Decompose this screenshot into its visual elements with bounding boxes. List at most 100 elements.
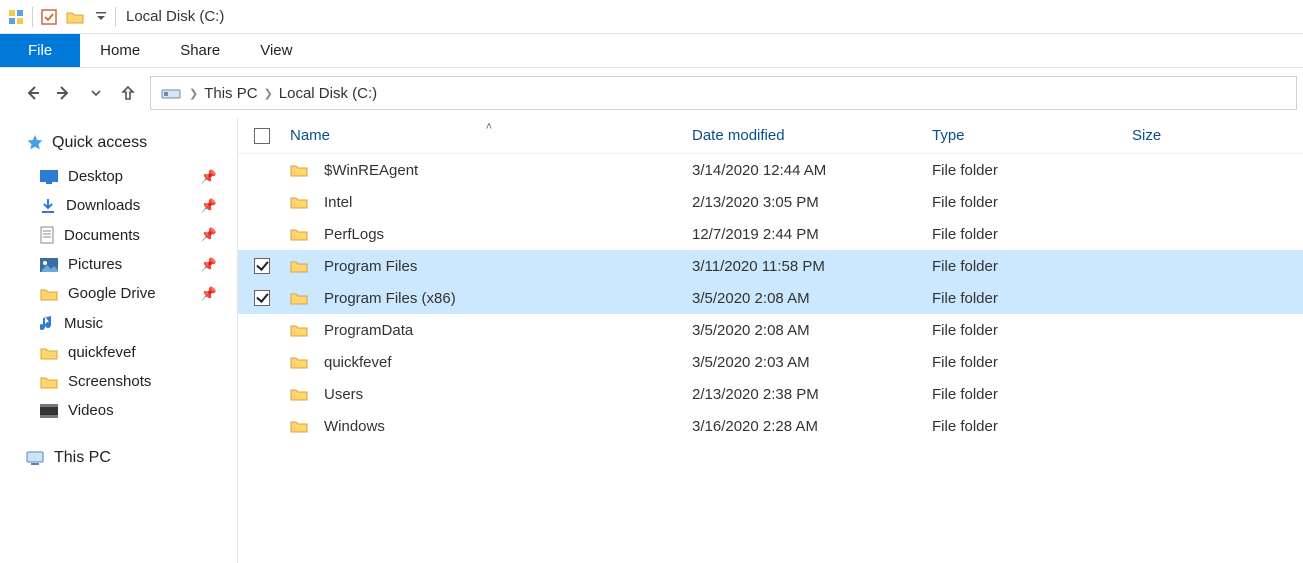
cell-date: 3/5/2020 2:08 AM (692, 322, 932, 339)
this-pc-header[interactable]: This PC (26, 449, 227, 467)
ribbon-tabs: File Home Share View (0, 34, 1303, 68)
sidebar-item[interactable]: Videos (26, 396, 227, 425)
cell-type: File folder (932, 386, 1132, 403)
tab-share[interactable]: Share (160, 34, 240, 67)
pin-icon: 📌 (201, 198, 217, 214)
qat-dropdown-icon[interactable] (89, 5, 113, 29)
folder-icon (290, 195, 308, 209)
breadcrumb-current[interactable]: Local Disk (C:) (279, 85, 377, 102)
new-folder-icon[interactable] (63, 5, 87, 29)
tab-view[interactable]: View (240, 34, 312, 67)
recent-dropdown-icon[interactable] (84, 81, 108, 105)
quick-access-label: Quick access (52, 134, 147, 152)
sidebar-item[interactable]: Downloads 📌 (26, 191, 227, 220)
breadcrumb-root[interactable]: This PC (204, 85, 257, 102)
sidebar-item-label: Documents (64, 227, 140, 244)
folder-icon (290, 227, 308, 241)
cell-date: 12/7/2019 2:44 PM (692, 226, 932, 243)
back-button[interactable] (20, 81, 44, 105)
row-checkbox[interactable] (238, 418, 286, 434)
cell-name: Program Files (286, 258, 692, 275)
row-checkbox[interactable] (238, 258, 286, 274)
sidebar-item[interactable]: quickfevef (26, 338, 227, 367)
row-checkbox[interactable] (238, 290, 286, 306)
tab-home[interactable]: Home (80, 34, 160, 67)
forward-button[interactable] (52, 81, 76, 105)
row-checkbox[interactable] (238, 194, 286, 210)
row-checkbox[interactable] (238, 226, 286, 242)
file-row[interactable]: Users 2/13/2020 2:38 PMFile folder (238, 378, 1303, 410)
tab-label: File (28, 42, 52, 59)
cell-type: File folder (932, 258, 1132, 275)
sidebar-item[interactable]: Pictures📌 (26, 250, 227, 279)
sidebar-item[interactable]: Desktop📌 (26, 162, 227, 191)
file-name: Users (324, 386, 363, 403)
navigation-row: ❯ This PC ❯ Local Disk (C:) (0, 68, 1303, 118)
select-all-checkbox[interactable] (238, 128, 286, 144)
column-header-date[interactable]: Date modified (692, 127, 932, 144)
file-row[interactable]: Intel2/13/2020 3:05 PMFile folder (238, 186, 1303, 218)
cell-name: PerfLogs (286, 226, 692, 243)
music-icon (40, 314, 54, 332)
cell-date: 3/11/2020 11:58 PM (692, 258, 932, 275)
sidebar-item[interactable]: Google Drive📌 (26, 279, 227, 308)
file-row[interactable]: ProgramData3/5/2020 2:08 AMFile folder (238, 314, 1303, 346)
file-row[interactable]: Program Files (x86)3/5/2020 2:08 AMFile … (238, 282, 1303, 314)
file-row[interactable]: Windows3/16/2020 2:28 AMFile folder (238, 410, 1303, 442)
navigation-pane: Quick access Desktop📌Downloads📌Documents… (0, 118, 238, 563)
row-checkbox[interactable] (238, 354, 286, 370)
sidebar-item[interactable]: Documents 📌 (26, 220, 227, 250)
pc-icon (26, 450, 46, 466)
column-header-size[interactable]: Size (1132, 127, 1252, 144)
file-row[interactable]: quickfevef3/5/2020 2:03 AMFile folder (238, 346, 1303, 378)
row-checkbox[interactable] (238, 162, 286, 178)
properties-icon[interactable] (37, 5, 61, 29)
sidebar-item-label: Desktop (68, 168, 123, 185)
download-icon (40, 198, 56, 214)
main-area: Quick access Desktop📌Downloads📌Documents… (0, 118, 1303, 563)
file-row[interactable]: PerfLogs12/7/2019 2:44 PMFile folder (238, 218, 1303, 250)
column-label: Date modified (692, 127, 785, 144)
sidebar-item[interactable]: Music (26, 308, 227, 338)
sidebar-item-label: Downloads (66, 197, 140, 214)
column-header-type[interactable]: Type (932, 127, 1132, 144)
address-bar[interactable]: ❯ This PC ❯ Local Disk (C:) (150, 76, 1297, 110)
sidebar-item[interactable]: Screenshots (26, 367, 227, 396)
file-list: ˄ Name Date modified Type Size $WinREAge… (238, 118, 1303, 563)
column-header-name[interactable]: ˄ Name (286, 127, 692, 144)
nav-buttons (6, 81, 140, 105)
file-row[interactable]: Program Files3/11/2020 11:58 PMFile fold… (238, 250, 1303, 282)
star-icon (26, 134, 44, 152)
cell-date: 3/5/2020 2:08 AM (692, 290, 932, 307)
cell-name: Windows (286, 418, 692, 435)
tab-label: Home (100, 42, 140, 59)
sidebar-item-label: Pictures (68, 256, 122, 273)
pin-icon: 📌 (201, 227, 217, 243)
quick-access-header[interactable]: Quick access (26, 134, 227, 152)
folder-icon (290, 323, 308, 337)
row-checkbox[interactable] (238, 386, 286, 402)
tab-label: Share (180, 42, 220, 59)
chevron-right-icon[interactable]: ❯ (264, 87, 273, 100)
drive-icon (161, 85, 183, 101)
this-pc-label: This PC (54, 449, 111, 467)
sidebar-item-label: Screenshots (68, 373, 151, 390)
folder-icon (40, 346, 58, 360)
cell-name: $WinREAgent (286, 162, 692, 179)
breadcrumb-label: Local Disk (C:) (279, 85, 377, 102)
cell-name: ProgramData (286, 322, 692, 339)
cell-name: Program Files (x86) (286, 290, 692, 307)
file-name: Windows (324, 418, 385, 435)
title-bar: Local Disk (C:) (0, 0, 1303, 34)
cell-date: 2/13/2020 2:38 PM (692, 386, 932, 403)
chevron-right-icon[interactable]: ❯ (189, 87, 198, 100)
up-button[interactable] (116, 81, 140, 105)
cell-date: 2/13/2020 3:05 PM (692, 194, 932, 211)
tab-file[interactable]: File (0, 34, 80, 67)
folder-icon (40, 375, 58, 389)
cell-type: File folder (932, 418, 1132, 435)
document-icon (40, 226, 54, 244)
file-row[interactable]: $WinREAgent3/14/2020 12:44 AMFile folder (238, 154, 1303, 186)
app-icon[interactable] (4, 5, 28, 29)
row-checkbox[interactable] (238, 322, 286, 338)
